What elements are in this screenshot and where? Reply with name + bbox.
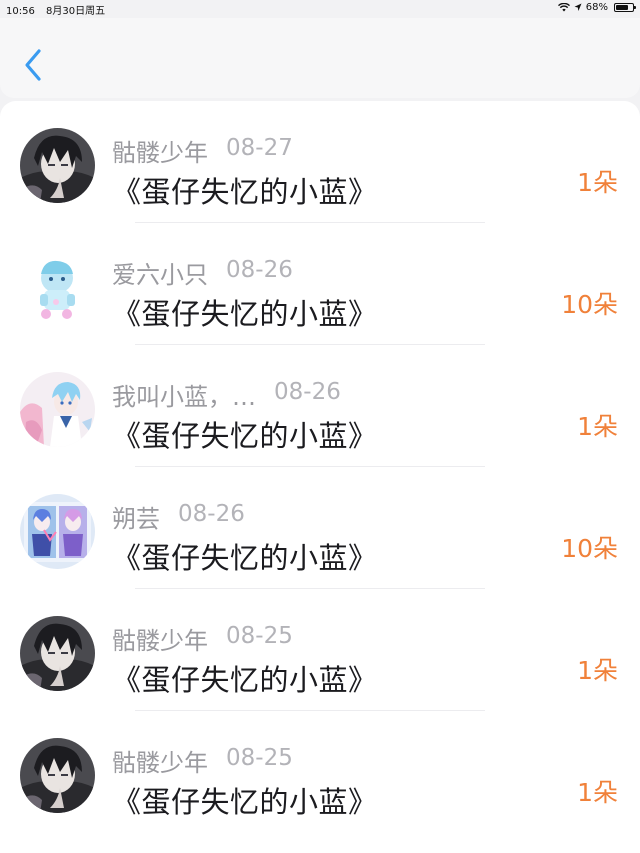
record-date: 08-25: [226, 745, 293, 771]
location-icon: [574, 3, 582, 11]
avatar[interactable]: [20, 128, 95, 203]
list-item[interactable]: 骷髅少年 08-27 《蛋仔失忆的小蓝》 1朵: [0, 101, 640, 223]
work-title: 《蛋仔失忆的小蓝》: [112, 785, 378, 819]
avatar[interactable]: [20, 372, 95, 447]
avatar[interactable]: [20, 738, 95, 813]
flower-count: 10朵: [561, 290, 618, 319]
flower-count: 1朵: [577, 778, 618, 807]
battery-level: [616, 5, 629, 10]
back-button[interactable]: [22, 48, 46, 82]
sender-name: 爱六小只: [112, 261, 208, 289]
avatar[interactable]: [20, 494, 95, 569]
work-title: 《蛋仔失忆的小蓝》: [112, 541, 378, 575]
wifi-icon: [557, 3, 570, 12]
record-date: 08-25: [226, 623, 293, 649]
record-date: 08-26: [178, 501, 245, 527]
nav-bar: [0, 18, 640, 98]
flower-count: 10朵: [561, 534, 618, 563]
list-item[interactable]: 爱六小只 08-26 《蛋仔失忆的小蓝》 10朵: [0, 223, 640, 345]
status-bar: 10:56 8月30日周五 68%: [0, 0, 640, 18]
status-date: 8月30日周五: [46, 6, 106, 17]
sender-name: 朔芸: [112, 505, 160, 533]
sender-name: 骷髅少年: [112, 749, 208, 777]
sender-name: 我叫小蓝，…: [112, 383, 256, 411]
list-item[interactable]: 我叫小蓝，… 08-26 《蛋仔失忆的小蓝》 1朵: [0, 345, 640, 467]
list-item[interactable]: 朔芸 08-26 《蛋仔失忆的小蓝》 10朵: [0, 467, 640, 589]
status-time: 10:56: [6, 6, 35, 17]
list-item[interactable]: 骷髅少年 08-25 《蛋仔失忆的小蓝》 1朵: [0, 711, 640, 833]
flower-count: 1朵: [577, 656, 618, 685]
sender-name: 骷髅少年: [112, 627, 208, 655]
avatar[interactable]: [20, 250, 95, 325]
work-title: 《蛋仔失忆的小蓝》: [112, 175, 378, 209]
avatar[interactable]: [20, 616, 95, 691]
chevron-left-icon: [25, 49, 41, 81]
battery-icon: [614, 3, 636, 12]
work-title: 《蛋仔失忆的小蓝》: [112, 297, 378, 331]
sender-name: 骷髅少年: [112, 139, 208, 167]
record-date: 08-26: [274, 379, 341, 405]
flower-count: 1朵: [577, 168, 618, 197]
record-date: 08-27: [226, 135, 293, 161]
list-item[interactable]: 骷髅少年 08-25 《蛋仔失忆的小蓝》 1朵: [0, 589, 640, 711]
record-date: 08-26: [226, 257, 293, 283]
battery-percent: 68%: [585, 2, 608, 13]
work-title: 《蛋仔失忆的小蓝》: [112, 663, 378, 697]
gift-record-list: 骷髅少年 08-27 《蛋仔失忆的小蓝》 1朵 爱六小只 08-26 《蛋仔失忆的小蓝》 1…: [0, 101, 640, 853]
work-title: 《蛋仔失忆的小蓝》: [112, 419, 378, 453]
flower-count: 1朵: [577, 412, 618, 441]
